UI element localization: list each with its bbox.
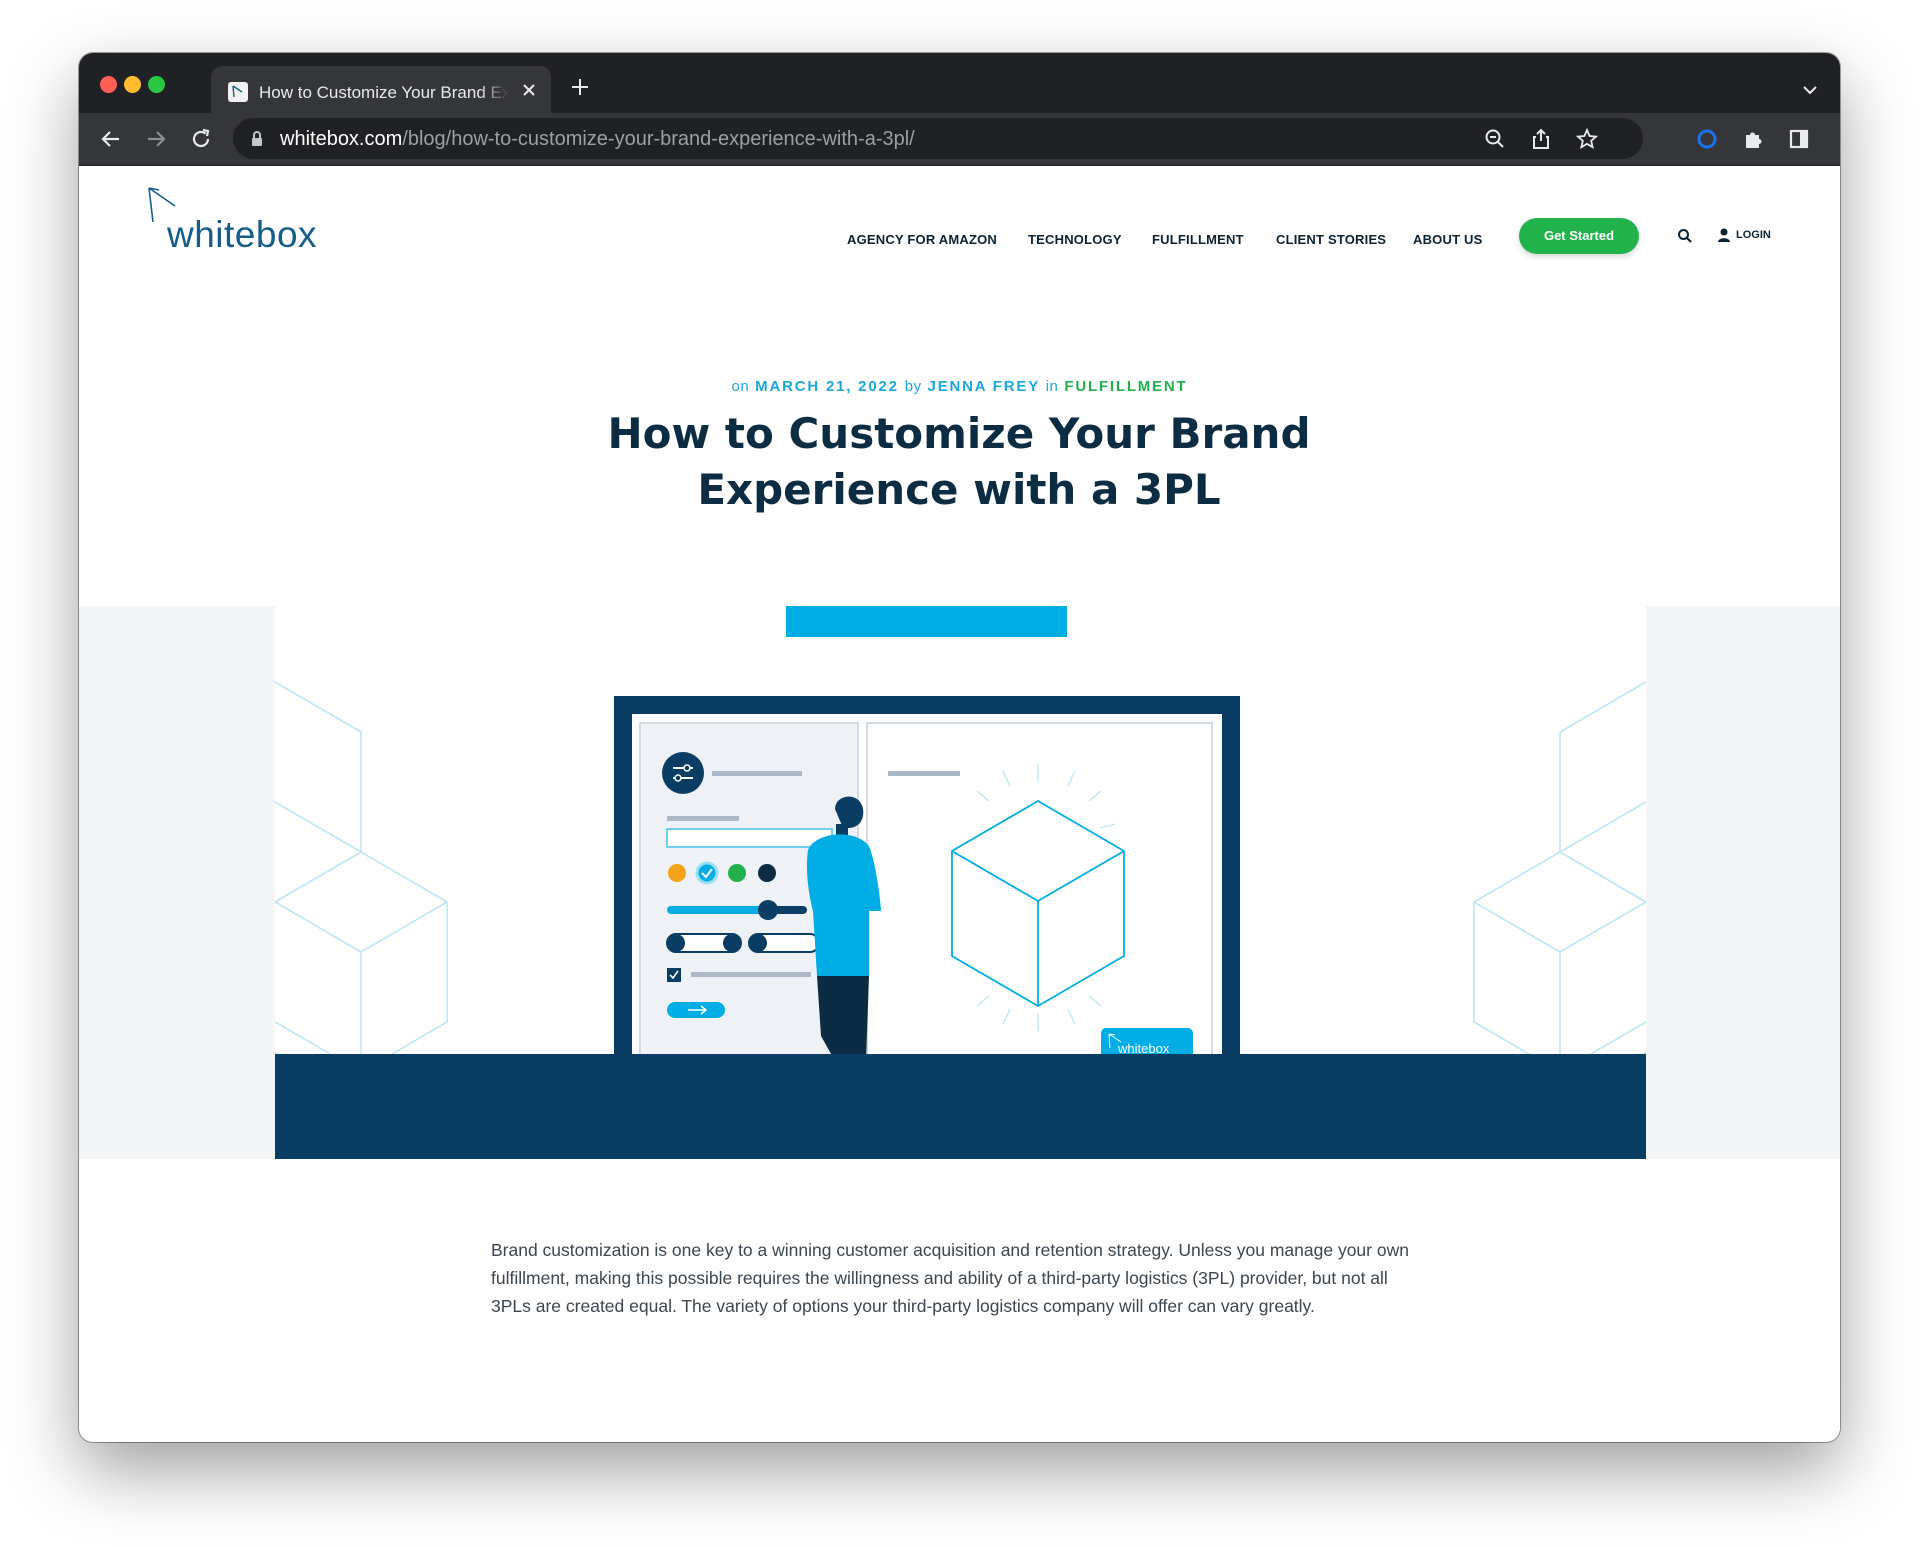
sidepanel-icon[interactable] [1787,127,1811,151]
address-bar[interactable]: whitebox.com/blog/how-to-customize-your-… [233,118,1643,159]
post-date[interactable]: MARCH 21, 2022 [755,378,899,395]
title-bar: How to Customize Your Brand Experience w… [79,53,1840,113]
tab-title: How to Customize Your Brand Experience w… [259,83,509,102]
user-icon [1718,228,1730,242]
meta-in: in [1045,378,1059,395]
close-window-button[interactable] [100,76,117,93]
url-text: whitebox.com/blog/how-to-customize-your-… [280,128,915,150]
hero-badge-text: whitebox [1117,1041,1170,1056]
puzzle-icon[interactable] [1741,127,1765,151]
post-meta: on MARCH 21, 2022 by JENNA FREY in FULFI… [79,378,1840,395]
nav-about-us[interactable]: ABOUT US [1413,232,1483,247]
meta-by: by [904,378,922,395]
browser-toolbar: whitebox.com/blog/how-to-customize-your-… [79,113,1840,166]
web-page: whitebox AGENCY FOR AMAZON TECHNOLOGY FU… [79,166,1840,1442]
article-intro-paragraph: Brand customization is one key to a winn… [491,1240,1409,1316]
nav-fulfillment[interactable]: FULFILLMENT [1152,232,1244,247]
tab-close-icon[interactable] [518,79,540,101]
browser-tab-active[interactable]: How to Customize Your Brand Experience w… [211,66,551,113]
login-label: LOGIN [1736,229,1771,241]
hero-illustration: whitebox [275,606,1646,1159]
new-tab-icon[interactable] [569,76,591,98]
forward-arrow-icon[interactable] [144,127,168,151]
url-path: /blog/how-to-customize-your-brand-experi… [402,128,915,150]
hero-band: whitebox [79,606,1840,1159]
nav-technology[interactable]: TECHNOLOGY [1028,232,1122,247]
nav-agency-for-amazon[interactable]: AGENCY FOR AMAZON [847,232,997,247]
search-icon[interactable] [1677,228,1693,244]
back-arrow-icon[interactable] [99,127,123,151]
tab-search-chevron-icon[interactable] [1801,83,1819,95]
post-category[interactable]: FULFILLMENT [1064,378,1187,395]
post-title: How to Customize Your Brand Experience w… [607,409,1311,514]
minimize-window-button[interactable] [124,76,141,93]
reload-icon[interactable] [189,127,213,151]
lock-icon[interactable] [250,130,264,148]
url-host: whitebox.com [280,128,403,150]
logo-wordmark[interactable]: whitebox [167,214,317,256]
login-link[interactable]: LOGIN [1717,227,1787,245]
post-author[interactable]: JENNA FREY [928,378,1040,395]
zoom-icon[interactable] [1483,127,1507,151]
browser-window: How to Customize Your Brand Experience w… [79,53,1840,1442]
get-started-button[interactable]: Get Started [1519,218,1639,254]
meta-on: on [731,378,750,395]
extension-icon[interactable] [1695,127,1719,151]
share-icon[interactable] [1529,127,1553,151]
star-icon[interactable] [1575,127,1599,151]
maximize-window-button[interactable] [148,76,165,93]
tab-favicon-icon [228,82,248,102]
nav-client-stories[interactable]: CLIENT STORIES [1276,232,1386,247]
